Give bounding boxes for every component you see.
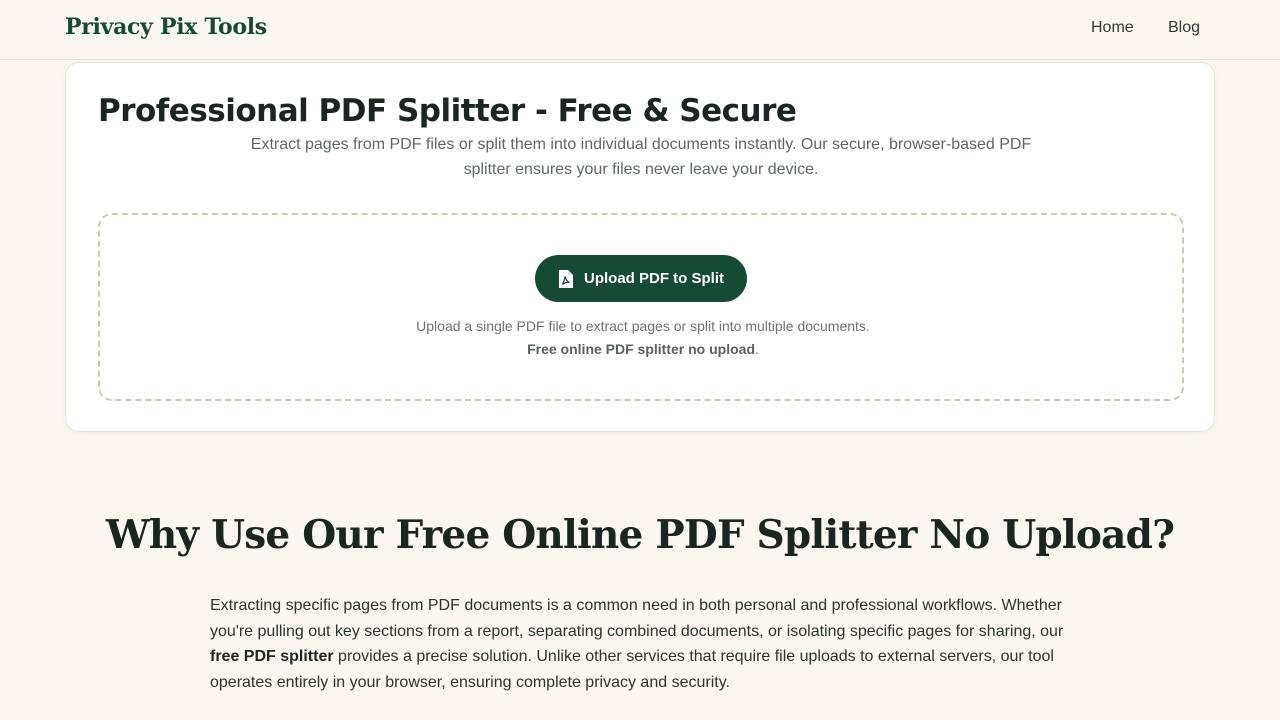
top-navbar: Privacy Pix Tools Home Blog <box>0 0 1280 60</box>
splitter-card: Professional PDF Splitter - Free & Secur… <box>65 62 1215 432</box>
page-description: Extract pages from PDF files or split th… <box>250 136 1032 178</box>
brand-logo-link[interactable]: Privacy Pix Tools <box>65 14 267 40</box>
pdf-file-icon <box>558 269 574 289</box>
section-paragraph: Extracting specific pages from PDF docum… <box>210 593 1080 696</box>
upload-hint-bold: Free online PDF splitter no upload <box>527 341 755 357</box>
upload-button-label: Upload PDF to Split <box>584 270 724 287</box>
nav-blog-link[interactable]: Blog <box>1168 19 1200 37</box>
paragraph-text-end: provides a precise solution. Unlike othe… <box>210 648 1054 692</box>
section-heading: Why Use Our Free Online PDF Splitter No … <box>105 512 1175 558</box>
upload-hint: Upload a single PDF file to extract page… <box>410 315 876 361</box>
nav-home-link[interactable]: Home <box>1091 19 1134 37</box>
upload-hint-text: Upload a single PDF file to extract page… <box>416 318 870 334</box>
upload-hint-end: . <box>755 341 759 357</box>
paragraph-text-start: Extracting specific pages from PDF docum… <box>210 597 1064 640</box>
page-title: Professional PDF Splitter - Free & Secur… <box>98 93 797 129</box>
upload-dropzone[interactable]: Upload PDF to Split Upload a single PDF … <box>98 213 1184 401</box>
upload-pdf-button[interactable]: Upload PDF to Split <box>535 255 747 302</box>
paragraph-bold-text: free PDF splitter <box>210 648 334 666</box>
